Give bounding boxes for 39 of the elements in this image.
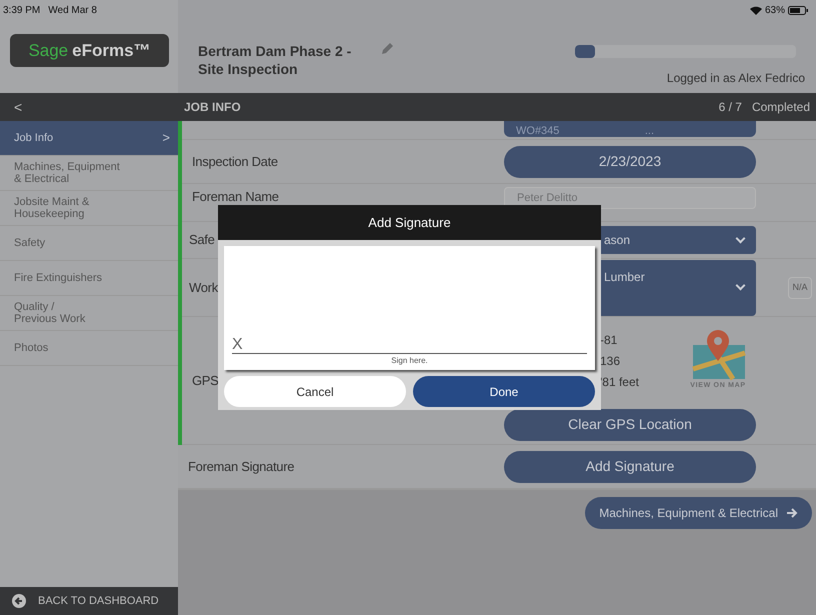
field-label: Foreman Name: [192, 188, 279, 206]
done-button[interactable]: Done: [413, 376, 595, 407]
sidebar-item[interactable]: Job Info >: [0, 121, 178, 156]
app-logo: Sage eForms™: [10, 34, 169, 67]
next-section-button[interactable]: Machines, Equipment & Electrical: [585, 497, 812, 529]
form-title: Bertram Dam Phase 2 - Site Inspection: [198, 43, 352, 77]
sign-here-hint: Sign here.: [391, 355, 428, 367]
cancel-button[interactable]: Cancel: [224, 376, 406, 407]
logged-in-user: Logged in as Alex Fedrico: [666, 70, 805, 87]
gps-reading: '81 feet: [600, 374, 639, 390]
field-button[interactable]: Add Signature: [504, 450, 756, 482]
status-time: 3:39 PM: [3, 4, 40, 18]
section-status: Completed: [752, 99, 810, 116]
field-label: Inspection Date: [192, 152, 278, 171]
work-order-field[interactable]: WO#345 ...: [504, 121, 756, 137]
field-button[interactable]: 2/23/2023: [504, 146, 756, 178]
dialog-title: Add Signature: [368, 214, 451, 232]
wifi-icon: [750, 6, 762, 14]
section-count: 6 / 7: [718, 99, 742, 116]
pencil-icon: [380, 42, 394, 56]
back-arrow-icon: [12, 594, 26, 608]
na-button[interactable]: N/A: [788, 276, 812, 298]
signature-mark: X: [232, 337, 243, 353]
clear-gps-button[interactable]: Clear GPS Location: [504, 408, 756, 440]
chevron-icon: >: [162, 132, 170, 144]
gps-reading: 136: [600, 352, 622, 370]
battery-icon: [788, 6, 808, 14]
section-title: JOB INFO: [184, 99, 241, 116]
field-label: Foreman Signature: [188, 458, 294, 476]
gps-reading: -81: [600, 332, 618, 348]
field-label: GPS: [192, 372, 219, 390]
back-to-dashboard-button[interactable]: BACK TO DASHBOARD: [0, 587, 178, 615]
field-label: Safe: [189, 231, 215, 250]
signature-pad[interactable]: X Sign here.: [224, 246, 595, 370]
back-button[interactable]: <: [14, 96, 22, 118]
arrow-right-icon: [786, 507, 798, 519]
field-label: Work: [189, 278, 218, 297]
battery-percent: 63%: [764, 4, 785, 18]
status-date: Wed Mar 8: [48, 4, 97, 18]
